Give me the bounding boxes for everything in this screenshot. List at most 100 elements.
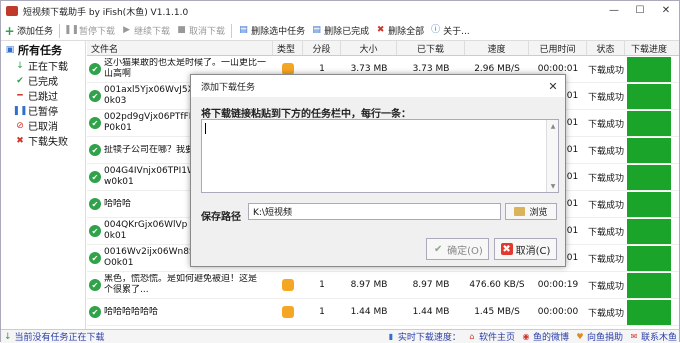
dialog-close-button[interactable]: ✕ [545,78,561,94]
downloading-icon: ↓ [16,60,24,71]
delete-selected-label: 删除选中任务 [251,27,306,37]
segments-cell: 1 [319,307,325,317]
pause-download-button[interactable]: ❚❚ 暂停下载 [63,22,118,40]
minimize-button[interactable]: — [601,1,627,19]
column-header-speed[interactable]: 速度 [465,41,529,55]
download-status-icon: ↓ [4,331,12,342]
sidebar-item-completed[interactable]: ✔ 已完成 [1,73,85,89]
downloaded-cell: 3.73 MB [412,64,450,74]
status-cell: 下载成功 [587,65,624,76]
filename-line: 这小猫果敢的也太是时候了。一山更比一 [104,58,267,68]
filename-line: 个很累了... [104,285,149,295]
segments-cell: 1 [319,280,325,290]
elapsed-cell: 00:00:19 [537,280,579,290]
delete-selected-button[interactable]: ▤ 删除选中任务 [235,22,308,40]
type-cell [273,279,303,291]
sidebar-item-label: 已完成 [28,77,58,88]
browse-button[interactable]: 浏览 [505,203,557,220]
resume-download-button[interactable]: ▶ 继续下载 [118,22,173,40]
cancel-download-button[interactable]: ■ 取消下载 [173,22,228,40]
filename-text: 001axl5Yjx06WvJ5X 0k03 [104,85,194,107]
pause-download-label: 暂停下载 [79,27,116,37]
contact-link[interactable]: ✉ 联系木鱼 [629,330,677,343]
progress-cell [625,245,673,272]
speed-cell: 476.60 KB/S [469,280,525,290]
sidebar-item-canceled[interactable]: ⊘ 已取消 [1,118,85,134]
checkmark-icon: ✔ [433,243,443,255]
success-check-icon: ✔ [89,279,101,291]
filename-cell: ✔ 黑色，慌恐慌。是如何避免被迫！这是 个很累了... [87,272,273,299]
delete-completed-button[interactable]: ▤ 删除已完成 [308,22,372,40]
column-header-elapsed[interactable]: 已用时间 [529,41,587,55]
column-header-progress[interactable]: 下载进度 [625,41,673,55]
plus-icon: + [4,23,15,38]
success-check-icon: ✔ [89,63,101,75]
delete-all-button[interactable]: ✖ 删除全部 [372,22,427,40]
ok-button[interactable]: ✔ 确定(O) [426,238,489,260]
progress-bar [627,299,671,325]
column-header-filename[interactable]: 文件名 [87,41,273,55]
dialog-prompt: 将下载链接粘贴到下方的任务栏中，每行一条： [201,109,411,120]
column-header-segments[interactable]: 分段 [303,41,341,55]
column-header-type[interactable]: 类型 [273,41,303,55]
sidebar-item-downloading[interactable]: ↓ 正在下载 [1,58,85,74]
contact-label: 联系木鱼 [640,333,677,343]
table-row[interactable]: ✔ 哈哈哈哈哈哈 1 1.44 MB 1.44 MB 1.45 MB/S 00:00:00 下… [87,299,679,326]
progress-cell [625,137,673,164]
pause-icon: ❚❚ [12,105,28,116]
maximize-button[interactable]: ☐ [627,1,653,19]
url-textarea[interactable]: ▲ ▼ [201,119,559,193]
success-check-icon: ✔ [89,306,101,318]
scroll-up-icon[interactable]: ▲ [547,120,559,132]
close-button[interactable]: ✕ [653,1,679,19]
table-row[interactable]: ✔ 黑色，慌恐慌。是如何避免被迫！这是 个很累了... 1 8.97 MB 8.97 MB… [87,272,679,299]
video-type-icon [282,306,294,318]
title-bar: 短视频下载助手 by iFish(木鱼) V1.1.1.0 — ☐ ✕ [1,1,679,21]
filename-text: 哈哈哈 [104,199,131,210]
status-cell: 下载成功 [587,308,624,319]
about-button[interactable]: ⓘ 关于... [427,22,473,40]
homepage-link[interactable]: ⌂ 软件主页 [467,330,515,343]
app-logo-icon [6,6,18,16]
fail-icon: ✖ [16,135,24,146]
donate-link[interactable]: ♥ 向鱼捐助 [575,330,623,343]
weibo-link[interactable]: ◉ 鱼的微博 [521,330,569,343]
dialog-body: 将下载链接粘贴到下方的任务栏中，每行一条： ▲ ▼ 保存路径 K:\短视频 浏览… [191,97,565,266]
filename-cell: ✔ 哈哈哈哈哈哈 [87,299,273,326]
sidebar-item-skipped[interactable]: ━ 已跳过 [1,88,85,104]
textarea-scrollbar[interactable]: ▲ ▼ [546,120,558,192]
delete-completed-label: 删除已完成 [324,27,370,37]
column-header-downloaded[interactable]: 已下载 [397,41,465,55]
cancel-button[interactable]: ✖ 取消(C) [494,238,557,260]
progress-bar [627,218,671,244]
status-cell: 下载成功 [587,200,624,211]
scroll-down-icon[interactable]: ▼ [547,180,559,192]
success-check-icon: ✔ [89,171,101,183]
add-task-button[interactable]: + 添加任务 [1,22,56,40]
filename-line: w0k01 [104,177,134,187]
filename-line: 002pd9gVjx06PTfFR [104,112,196,122]
sidebar-item-paused[interactable]: ❚❚ 已暂停 [1,103,85,119]
speed-indicator: ▮ 实时下载速度： [386,330,461,343]
sidebar-item-all[interactable]: ▣ 所有任务 [1,41,85,58]
about-label: 关于... [443,27,470,37]
progress-bar [627,191,671,217]
delete-selected-icon: ▤ [239,25,248,35]
sidebar-item-failed[interactable]: ✖ 下载失败 [1,133,85,149]
status-cell: 下载成功 [587,119,624,130]
donate-label: 向鱼捐助 [586,333,623,343]
info-icon: ⓘ [431,25,441,35]
filename-line: 0016Wv2ijx06Wn8S1 [104,247,201,257]
status-bar: ↓ 当前没有任务正在下载 ▮ 实时下载速度： ⌂ 软件主页 ◉ 鱼的微博 ♥ 向… [1,329,679,343]
filename-line: 扯犊子公司在哪？我要 [104,144,195,155]
downloaded-cell: 1.44 MB [412,307,450,317]
save-path-input[interactable]: K:\短视频 [248,203,501,220]
success-check-icon: ✔ [89,225,101,237]
column-header-status[interactable]: 状态 [587,41,625,55]
cancel-icon: ⊘ [16,120,24,131]
filename-line: 哈哈哈 [104,198,132,209]
table-header: 文件名 类型 分段 大小 已下载 速度 已用时间 状态 下载进度 [87,41,679,56]
homepage-label: 软件主页 [478,333,515,343]
column-header-size[interactable]: 大小 [341,41,397,55]
play-icon: ▶ [123,25,130,35]
